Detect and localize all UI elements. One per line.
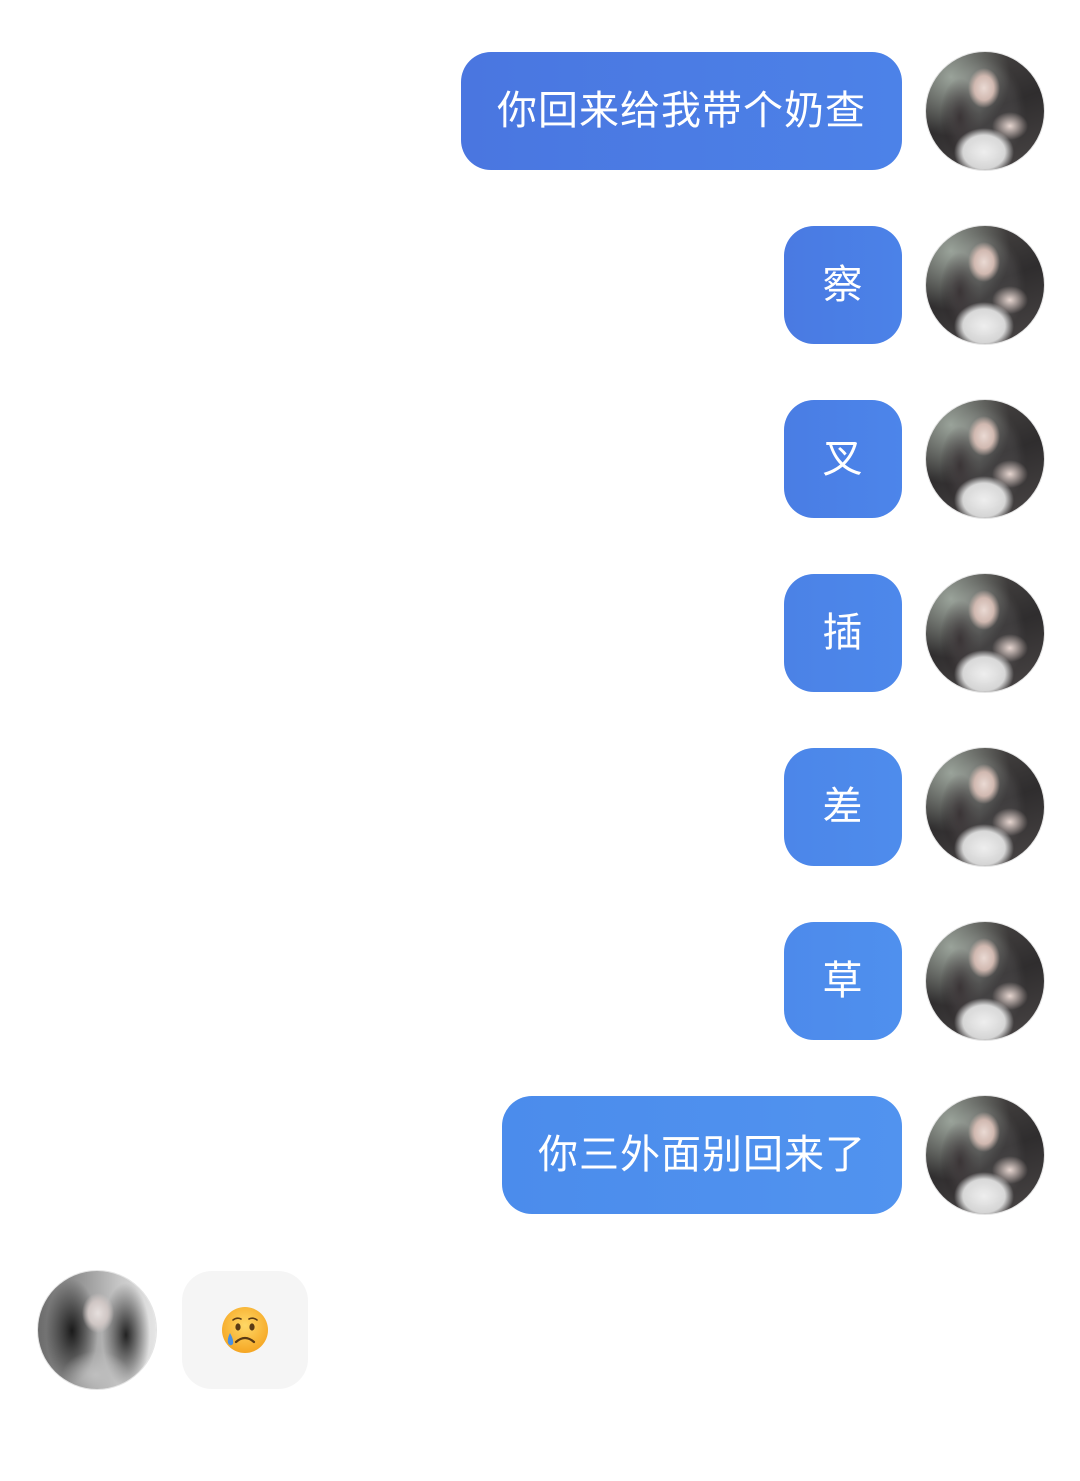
my-avatar[interactable] (926, 52, 1044, 170)
message-bubble-outgoing[interactable]: 你三外面别回来了 (502, 1096, 902, 1214)
message-bubble-incoming[interactable] (182, 1271, 308, 1389)
message-bubble-outgoing[interactable]: 插 (784, 574, 902, 692)
my-avatar[interactable] (926, 748, 1044, 866)
message-row-outgoing: 插 (784, 574, 1044, 692)
message-row-outgoing: 你回来给我带个奶查 (461, 52, 1044, 170)
my-avatar[interactable] (926, 226, 1044, 344)
my-avatar[interactable] (926, 922, 1044, 1040)
my-avatar[interactable] (926, 1096, 1044, 1214)
message-row-outgoing: 草 (784, 922, 1044, 1040)
message-row-outgoing: 差 (784, 748, 1044, 866)
message-bubble-outgoing[interactable]: 叉 (784, 400, 902, 518)
message-row-outgoing: 察 (784, 226, 1044, 344)
my-avatar[interactable] (926, 574, 1044, 692)
message-bubble-outgoing[interactable]: 差 (784, 748, 902, 866)
message-bubble-outgoing[interactable]: 草 (784, 922, 902, 1040)
message-bubble-outgoing[interactable]: 察 (784, 226, 902, 344)
message-row-outgoing: 你三外面别回来了 (502, 1096, 1044, 1214)
message-bubble-outgoing[interactable]: 你回来给我带个奶查 (461, 52, 902, 170)
chat-conversation: 你回来给我带个奶查 察 叉 插 差 草 你三外面别回来了 (0, 0, 1080, 1481)
contact-avatar[interactable] (38, 1271, 156, 1389)
my-avatar[interactable] (926, 400, 1044, 518)
sad-but-relieved-face-icon (222, 1307, 268, 1353)
message-row-incoming (38, 1271, 308, 1389)
message-row-outgoing: 叉 (784, 400, 1044, 518)
